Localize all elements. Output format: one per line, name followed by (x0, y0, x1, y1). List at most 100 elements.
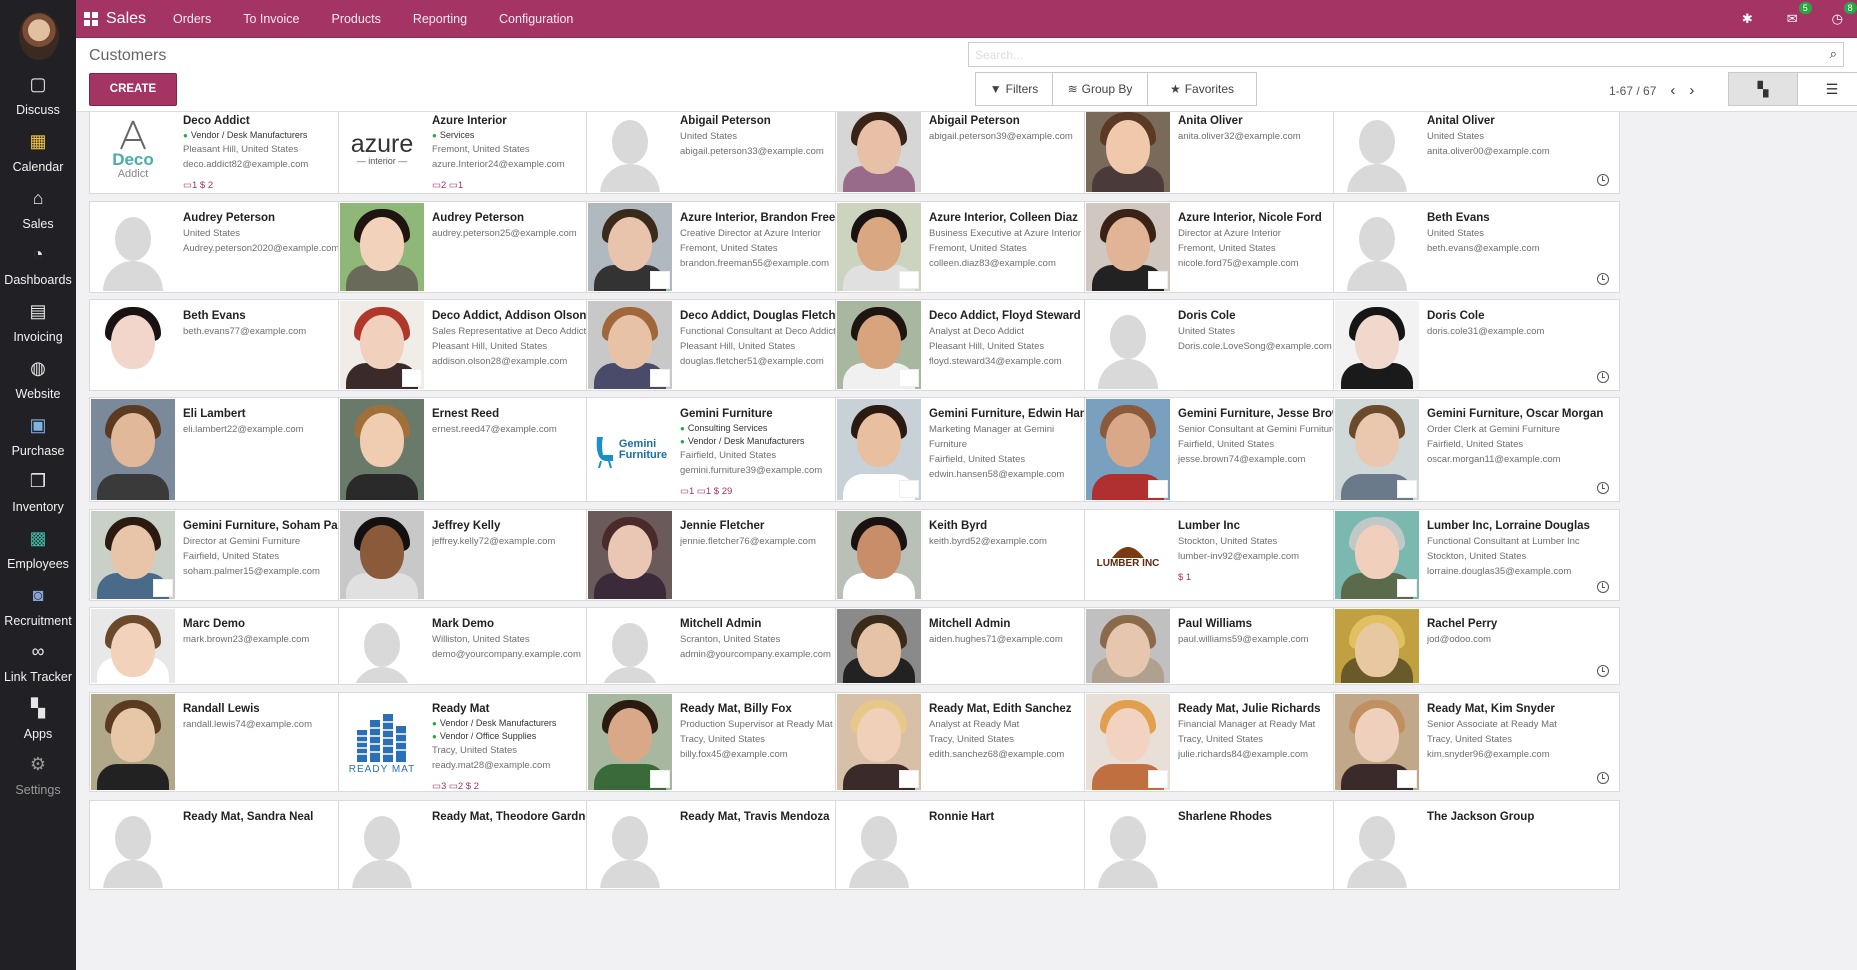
card-image (91, 694, 175, 790)
customer-card[interactable]: Deco Addict, Douglas Fletcher Functional … (586, 299, 873, 391)
customer-card[interactable]: Rachel Perry jod@odoo.com (1333, 607, 1620, 685)
customer-card[interactable]: Abigail Peterson abigail.peterson39@examp… (835, 112, 1122, 194)
customer-card[interactable]: Beth Evans beth.evans77@example.com (89, 299, 376, 391)
customer-card[interactable]: Mitchell Admin aiden.hughes71@example.com (835, 607, 1122, 685)
rail-label: Purchase (11, 444, 65, 458)
customer-card[interactable]: Ready Mat, Julie Richards Financial Manag… (1084, 692, 1371, 792)
kanban-view-button[interactable]: ▚ (1728, 72, 1798, 106)
customer-card[interactable]: Ready Mat, Kim Snyder Senior Associate at… (1333, 692, 1620, 792)
rail-item-employees[interactable]: ▩ Employees (0, 527, 76, 589)
rail-item-invoicing[interactable]: ▤ Invoicing (0, 300, 76, 362)
customer-card[interactable]: Gemini Furniture, Edwin Hansen Marketing … (835, 397, 1122, 502)
activity-clock-icon[interactable] (1597, 772, 1609, 784)
rail-item-inventory[interactable]: ❒ Inventory (0, 470, 76, 532)
customer-card[interactable]: Ready Mat, Edith Sanchez Analyst at Ready… (835, 692, 1122, 792)
menu-orders[interactable]: Orders (173, 12, 211, 26)
rail-item-sales[interactable]: ⌂ Sales (0, 187, 76, 249)
rail-label: Discuss (16, 103, 60, 117)
rail-label: Apps (23, 727, 53, 741)
rail-item-website[interactable]: ◍ Website (0, 357, 76, 419)
list-view-button[interactable]: ☰ (1797, 72, 1857, 106)
rail-item-discuss[interactable]: ▢ Discuss (0, 73, 76, 135)
customer-card[interactable]: Doris Cole United States Doris.cole.LoveSo… (1084, 299, 1371, 391)
customer-card[interactable]: Gemini Furniture, Jesse Brown Senior Cons… (1084, 397, 1371, 502)
customer-card[interactable]: GeminiFurniture Gemini FurnitureConsulti… (586, 397, 873, 502)
customer-card[interactable]: Sharlene Rhodes (1084, 800, 1371, 890)
customer-card[interactable]: Ready Mat, Sandra Neal (89, 800, 376, 890)
customer-card[interactable]: Keith Byrd keith.byrd52@example.com (835, 509, 1122, 601)
customer-card[interactable]: Anital Oliver United States anita.oliver00… (1333, 112, 1620, 194)
app-brand[interactable]: Sales (84, 0, 146, 38)
customer-card[interactable]: Deco Addict, Addison Olson Sales Represen… (338, 299, 625, 391)
card-image (1086, 399, 1170, 500)
customer-card[interactable]: Paul Williams paul.williams59@example.com (1084, 607, 1371, 685)
activity-clock-icon[interactable] (1597, 482, 1609, 494)
customer-card[interactable]: Marc Demo mark.brown23@example.com (89, 607, 376, 685)
control-panel: Customers CREATE Search... ⌕ ▼ Filters ≋ G… (76, 38, 1857, 112)
customer-card[interactable]: Jennie Fletcher jennie.fletcher76@example… (586, 509, 873, 601)
customer-card[interactable]: Randall Lewis randall.lewis74@example.com (89, 692, 376, 792)
customer-card[interactable]: Mark Demo Williston, United States demo@yo… (338, 607, 625, 685)
user-avatar[interactable] (19, 12, 59, 60)
customer-card[interactable]: Audrey Peterson audrey.peterson25@example… (338, 201, 625, 293)
customer-card[interactable]: Eli Lambert eli.lambert22@example.com (89, 397, 376, 502)
home-menu-icon[interactable] (84, 12, 98, 26)
customer-card[interactable]: DecoAddict Deco AddictVendor / Desk Manu… (89, 112, 376, 194)
menu-products[interactable]: Products (331, 12, 380, 26)
customer-card[interactable]: READY MAT Ready MatVendor / Desk Manufac… (338, 692, 625, 792)
customer-card[interactable]: LUMBER INC Lumber Inc Stockton, United St… (1084, 509, 1371, 601)
activity-clock-icon[interactable] (1597, 174, 1609, 186)
filters-button[interactable]: ▼ Filters (975, 72, 1053, 106)
customer-card[interactable]: Gemini Furniture, Oscar Morgan Order Cler… (1333, 397, 1620, 502)
activity-clock-icon[interactable] (1597, 371, 1609, 383)
search-input[interactable]: Search... ⌕ (968, 42, 1844, 67)
activity-clock-icon[interactable] (1597, 581, 1609, 593)
customer-card[interactable]: Lumber Inc, Lorraine Douglas Functional C… (1333, 509, 1620, 601)
customer-card[interactable]: The Jackson Group (1333, 800, 1620, 890)
customer-card[interactable]: Ready Mat, Theodore Gardner (338, 800, 625, 890)
customer-card[interactable]: Doris Cole doris.cole31@example.com (1333, 299, 1620, 391)
rail-label: Inventory (12, 500, 64, 514)
customer-card[interactable]: Jeffrey Kelly jeffrey.kelly72@example.com (338, 509, 625, 601)
rail-item-link-tracker[interactable]: ∞ Link Tracker (0, 640, 76, 702)
menu-configuration[interactable]: Configuration (499, 12, 573, 26)
pager-value[interactable]: 1-67 / 67 (1609, 84, 1656, 98)
customer-card[interactable]: Audrey Peterson United States Audrey.peter… (89, 201, 376, 293)
rail-item-settings[interactable]: ⚙ Settings (0, 753, 76, 815)
rail-item-purchase[interactable]: ▣ Purchase (0, 414, 76, 476)
customer-card[interactable]: Azure Interior, Nicole Ford Director at A… (1084, 201, 1371, 293)
rail-item-dashboards[interactable]: ◔ Dashboards (0, 243, 76, 305)
customer-card[interactable]: Beth Evans United States beth.evans@exampl… (1333, 201, 1620, 293)
pager-next-icon[interactable]: › (1689, 82, 1694, 99)
groupby-button[interactable]: ≋ Group By (1052, 72, 1148, 106)
menu-reporting[interactable]: Reporting (413, 12, 467, 26)
rail-item-apps[interactable]: ▚ Apps (0, 697, 76, 759)
messages-icon[interactable]: ✉ 5 (1787, 2, 1812, 27)
activity-clock-icon[interactable] (1597, 665, 1609, 677)
customer-card[interactable]: Mitchell Admin Scranton, United States adm… (586, 607, 873, 685)
rail-item-calendar[interactable]: ▦ Calendar (0, 130, 76, 192)
activities-icon[interactable]: ◷ 8 (1832, 2, 1857, 27)
activity-clock-icon[interactable] (1597, 273, 1609, 285)
customer-card[interactable]: Ready Mat, Billy Fox Production Superviso… (586, 692, 873, 792)
customer-card[interactable]: Deco Addict, Floyd Steward Analyst at Dec… (835, 299, 1122, 391)
customer-card[interactable]: Ronnie Hart (835, 800, 1122, 890)
bug-icon[interactable]: ✱ (1742, 11, 1753, 27)
card-image (340, 511, 424, 599)
card-image (340, 802, 424, 888)
rail-item-recruitment[interactable]: ◙ Recruitment (0, 584, 76, 646)
pager-previous-icon[interactable]: ‹ (1670, 82, 1675, 99)
customer-card[interactable]: Abigail Peterson United States abigail.pet… (586, 112, 873, 194)
menu-to-invoice[interactable]: To Invoice (243, 12, 299, 26)
search-icon[interactable]: ⌕ (1830, 46, 1837, 62)
customer-card[interactable]: Gemini Furniture, Soham Palmer Director a… (89, 509, 376, 601)
customer-card[interactable]: Anita Oliver anita.oliver32@example.com (1084, 112, 1371, 194)
customer-card[interactable]: Azure Interior, Brandon Freeman Creative … (586, 201, 873, 293)
customer-card[interactable]: Azure Interior, Colleen Diaz Business Exe… (835, 201, 1122, 293)
create-button[interactable]: CREATE (89, 73, 177, 106)
card-image (837, 694, 921, 790)
customer-card[interactable]: Ready Mat, Travis Mendoza (586, 800, 873, 890)
customer-card[interactable]: azure— interior — Azure InteriorServices… (338, 112, 625, 194)
favorites-button[interactable]: ★ Favorites (1147, 72, 1257, 106)
customer-card[interactable]: Ernest Reed ernest.reed47@example.com (338, 397, 625, 502)
